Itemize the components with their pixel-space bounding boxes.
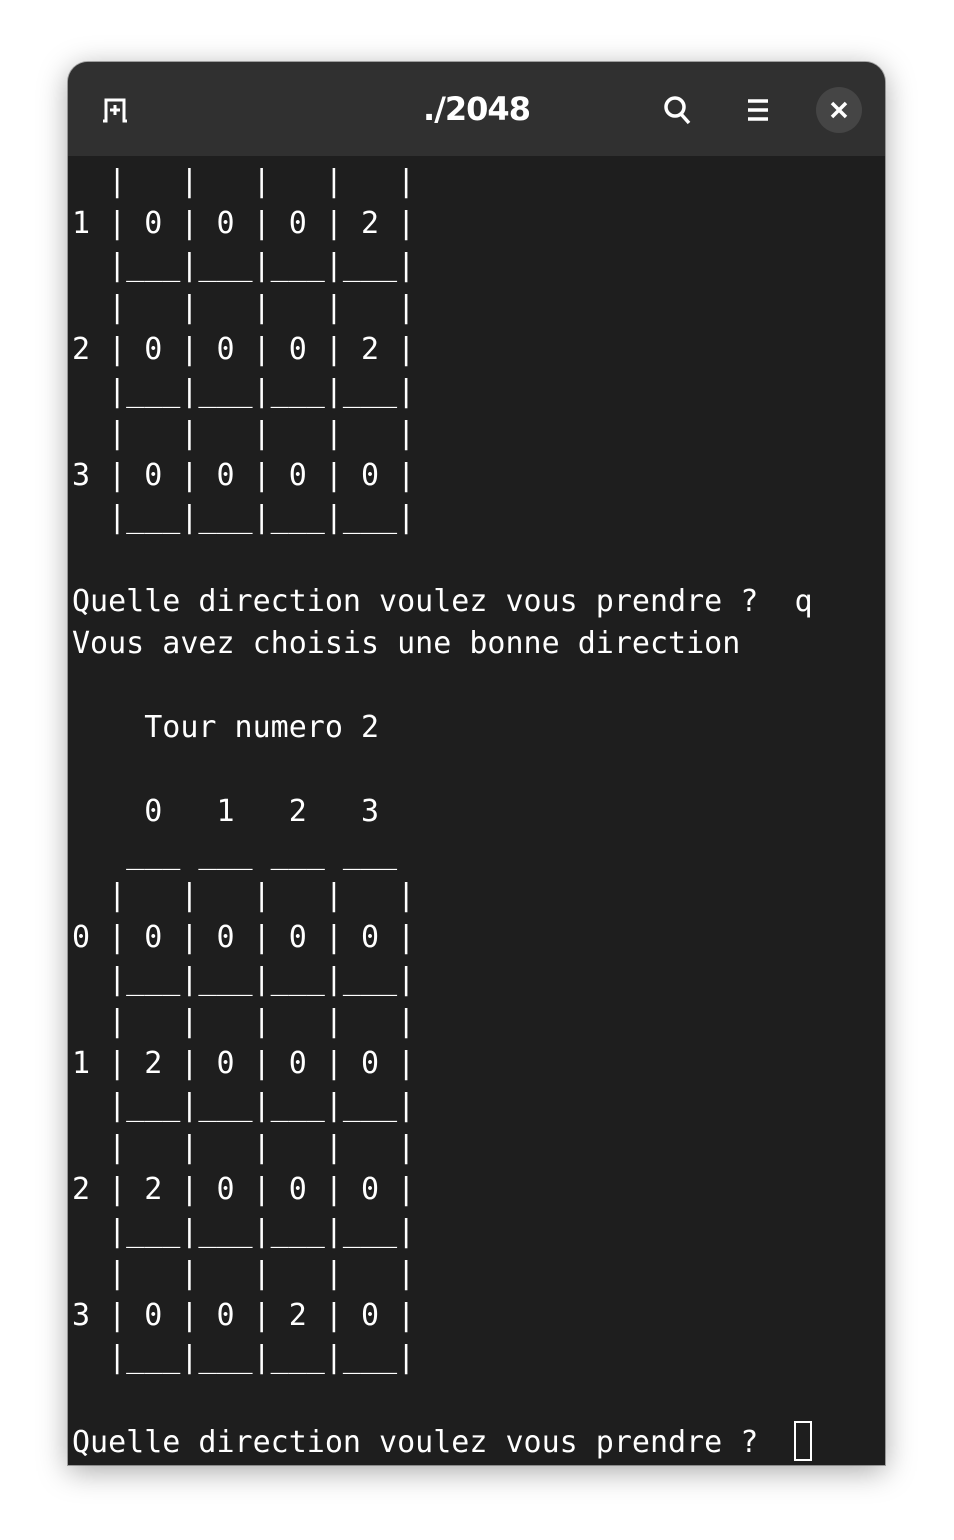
- close-icon: [830, 101, 848, 119]
- terminal-line: 2 | 0 | 0 | 0 | 2 |: [72, 332, 416, 367]
- terminal-line: Tour numero 2: [72, 710, 380, 745]
- prompt-text: Quelle direction voulez vous prendre ?: [72, 1425, 777, 1460]
- search-icon: [664, 96, 691, 125]
- terminal-line: 2 | 2 | 0 | 0 | 0 |: [72, 1172, 416, 1207]
- terminal-line: 3 | 0 | 0 | 0 | 0 |: [72, 458, 416, 493]
- terminal-line: |___|___|___|___|: [72, 248, 416, 283]
- terminal-line: |___|___|___|___|: [72, 374, 416, 409]
- terminal-line: |___|___|___|___|: [72, 1214, 416, 1249]
- terminal-line: | | | | |: [72, 290, 416, 325]
- terminal-line: | | | | |: [72, 1130, 416, 1165]
- terminal-line: | | | | |: [72, 878, 416, 913]
- terminal-line: 0 | 0 | 0 | 0 | 0 |: [72, 920, 416, 955]
- search-button[interactable]: [655, 87, 701, 133]
- terminal-line: 3 | 0 | 0 | 2 | 0 |: [72, 1298, 416, 1333]
- terminal-line: 0 1 2 3: [72, 794, 380, 829]
- terminal-line: Vous avez choisis une bonne direction: [72, 626, 741, 661]
- prompt-line: Quelle direction voulez vous prendre ?: [72, 1421, 885, 1463]
- terminal-line: | | | | |: [72, 164, 416, 199]
- terminal-line: | | | | |: [72, 1256, 416, 1291]
- terminal-line: |___|___|___|___|: [72, 1088, 416, 1123]
- terminal-line: | | | | |: [72, 1004, 416, 1039]
- terminal-window: ./2048 | | | | | 1 | 0 | 0 | 0 | 2 | |___…: [68, 62, 885, 1465]
- close-button[interactable]: [816, 87, 862, 133]
- terminal-line: Quelle direction voulez vous prendre ? q: [72, 584, 813, 619]
- terminal-output[interactable]: | | | | | 1 | 0 | 0 | 0 | 2 | |___|___|__…: [72, 161, 885, 1465]
- text-cursor: [794, 1421, 813, 1461]
- terminal-line: |___|___|___|___|: [72, 500, 416, 535]
- terminal-line: 1 | 0 | 0 | 0 | 2 |: [72, 206, 416, 241]
- menu-icon: [748, 99, 768, 121]
- menu-button[interactable]: [735, 87, 781, 133]
- terminal-line: |___|___|___|___|: [72, 962, 416, 997]
- terminal-line: | | | | |: [72, 416, 416, 451]
- terminal-line: |___|___|___|___|: [72, 1340, 416, 1375]
- terminal-line: ___ ___ ___ ___: [72, 836, 398, 871]
- terminal-line: 1 | 2 | 0 | 0 | 0 |: [72, 1046, 416, 1081]
- header-bar: ./2048: [68, 62, 885, 156]
